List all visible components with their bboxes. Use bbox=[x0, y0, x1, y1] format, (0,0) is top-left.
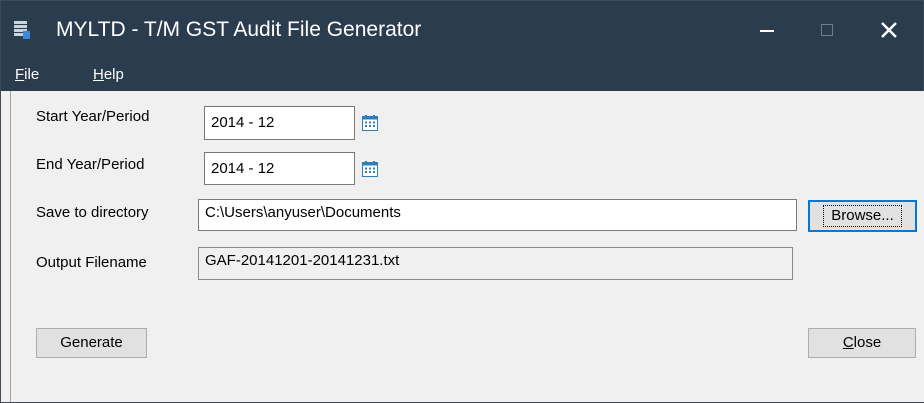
menu-help-mnemonic: H bbox=[93, 66, 104, 83]
browse-button[interactable]: Browse... bbox=[808, 200, 917, 232]
save-directory-input[interactable]: C:\Users\anyuser\Documents bbox=[198, 199, 797, 231]
menu-help[interactable]: Help bbox=[93, 66, 124, 84]
start-period-label: Start Year/Period bbox=[36, 108, 150, 125]
menu-file-label: ile bbox=[24, 66, 40, 83]
close-icon bbox=[881, 22, 897, 38]
end-period-label: End Year/Period bbox=[36, 156, 145, 173]
menu-file[interactable]: File bbox=[15, 66, 39, 84]
calendar-icon[interactable] bbox=[362, 115, 378, 131]
maximize-icon bbox=[821, 24, 833, 36]
maximize-button[interactable] bbox=[797, 1, 857, 59]
menu-bar: File Help bbox=[1, 59, 923, 91]
document-icon bbox=[14, 21, 30, 39]
browse-button-label: Browse... bbox=[823, 205, 902, 227]
start-period-input[interactable]: 2014 - 12 bbox=[204, 106, 355, 140]
app-window: MYLTD - T/M GST Audit File Generator Fil… bbox=[0, 0, 924, 403]
minimize-icon bbox=[760, 30, 774, 32]
generate-button[interactable]: Generate bbox=[36, 328, 147, 358]
minimize-button[interactable] bbox=[737, 1, 797, 59]
end-period-input[interactable]: 2014 - 12 bbox=[204, 152, 355, 185]
title-bar[interactable]: MYLTD - T/M GST Audit File Generator bbox=[1, 1, 923, 59]
close-button-label: lose bbox=[853, 334, 882, 351]
close-window-button[interactable] bbox=[859, 1, 919, 59]
save-directory-label: Save to directory bbox=[36, 204, 149, 221]
menu-file-mnemonic: F bbox=[15, 66, 25, 83]
window-title: MYLTD - T/M GST Audit File Generator bbox=[56, 18, 422, 41]
output-filename-label: Output Filename bbox=[36, 254, 147, 271]
output-filename-field: GAF-20141201-20141231.txt bbox=[198, 247, 793, 280]
close-button-mnemonic: C bbox=[842, 334, 854, 351]
form-panel: Start Year/Period 2014 - 12 End Year/Per… bbox=[10, 91, 924, 402]
calendar-icon[interactable] bbox=[362, 161, 378, 177]
menu-help-label: elp bbox=[103, 66, 124, 83]
close-button[interactable]: Close bbox=[808, 328, 916, 358]
